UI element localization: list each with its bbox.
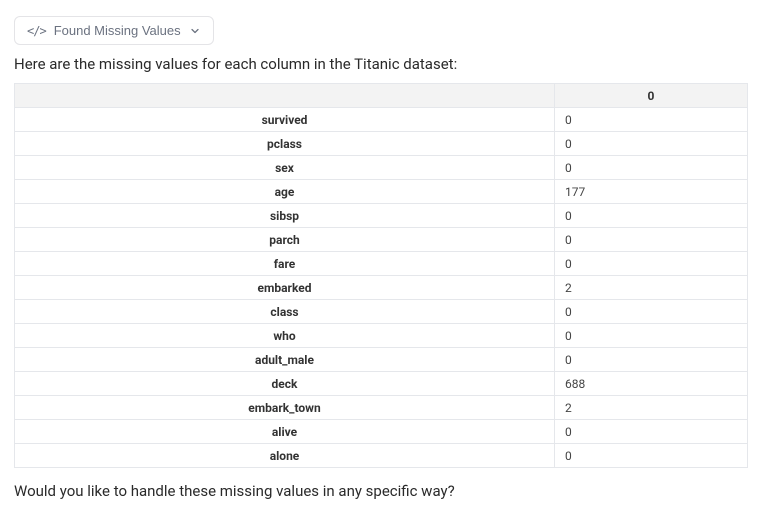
table-header-row: 0 bbox=[15, 84, 748, 108]
table-row: adult_male0 bbox=[15, 348, 748, 372]
row-value: 2 bbox=[555, 396, 748, 420]
table-row: sex0 bbox=[15, 156, 748, 180]
row-label: who bbox=[15, 324, 555, 348]
table-row: parch0 bbox=[15, 228, 748, 252]
row-label: pclass bbox=[15, 132, 555, 156]
row-label: embarked bbox=[15, 276, 555, 300]
row-label: sibsp bbox=[15, 204, 555, 228]
row-value: 688 bbox=[555, 372, 748, 396]
row-label: alone bbox=[15, 444, 555, 468]
intro-text: Here are the missing values for each col… bbox=[14, 55, 748, 73]
code-cell-badge-label: Found Missing Values bbox=[54, 23, 181, 38]
row-label: age bbox=[15, 180, 555, 204]
row-label: adult_male bbox=[15, 348, 555, 372]
row-label: fare bbox=[15, 252, 555, 276]
row-value: 0 bbox=[555, 228, 748, 252]
table-row: age177 bbox=[15, 180, 748, 204]
code-cell-badge[interactable]: </> Found Missing Values bbox=[14, 16, 214, 45]
row-value: 0 bbox=[555, 132, 748, 156]
row-label: alive bbox=[15, 420, 555, 444]
table-header-blank bbox=[15, 84, 555, 108]
row-value: 0 bbox=[555, 420, 748, 444]
row-value: 0 bbox=[555, 204, 748, 228]
row-value: 177 bbox=[555, 180, 748, 204]
table-row: sibsp0 bbox=[15, 204, 748, 228]
row-value: 0 bbox=[555, 108, 748, 132]
row-value: 0 bbox=[555, 300, 748, 324]
chevron-down-icon bbox=[189, 25, 201, 37]
table-row: alive0 bbox=[15, 420, 748, 444]
row-value: 0 bbox=[555, 444, 748, 468]
row-label: survived bbox=[15, 108, 555, 132]
row-value: 0 bbox=[555, 252, 748, 276]
table-row: who0 bbox=[15, 324, 748, 348]
table-row: embark_town2 bbox=[15, 396, 748, 420]
outro-text: Would you like to handle these missing v… bbox=[14, 482, 748, 500]
row-value: 2 bbox=[555, 276, 748, 300]
row-label: sex bbox=[15, 156, 555, 180]
row-value: 0 bbox=[555, 156, 748, 180]
row-label: parch bbox=[15, 228, 555, 252]
table-row: alone0 bbox=[15, 444, 748, 468]
row-label: embark_town bbox=[15, 396, 555, 420]
table-row: pclass0 bbox=[15, 132, 748, 156]
row-label: class bbox=[15, 300, 555, 324]
table-row: embarked2 bbox=[15, 276, 748, 300]
row-label: deck bbox=[15, 372, 555, 396]
table-row: deck688 bbox=[15, 372, 748, 396]
table-row: survived0 bbox=[15, 108, 748, 132]
table-row: class0 bbox=[15, 300, 748, 324]
row-value: 0 bbox=[555, 348, 748, 372]
table-row: fare0 bbox=[15, 252, 748, 276]
code-icon: </> bbox=[27, 24, 46, 38]
table-header-value: 0 bbox=[555, 84, 748, 108]
row-value: 0 bbox=[555, 324, 748, 348]
missing-values-table: 0 survived0pclass0sex0age177sibsp0parch0… bbox=[14, 83, 748, 468]
